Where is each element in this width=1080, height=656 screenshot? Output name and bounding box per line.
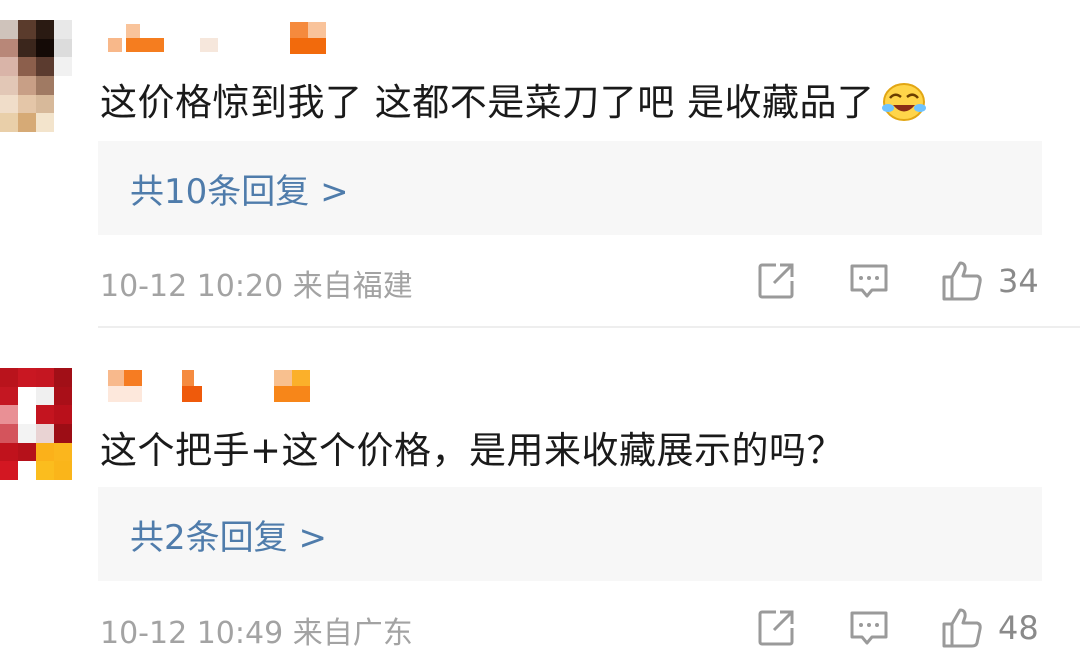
comment-icon[interactable]: [848, 608, 890, 648]
thumbs-up-icon[interactable]: [940, 259, 984, 303]
comment-item: 这价格惊到我了 这都不是菜刀了吧 是收藏品了 共10条回复 > 10-12 10…: [0, 0, 1080, 327]
like-count: 34: [998, 262, 1039, 300]
comment-button[interactable]: [848, 257, 890, 305]
timestamp: 10-12 10:49: [100, 616, 284, 651]
comment-item: 这个把手+这个价格，是用来收藏展示的吗？ 共2条回复 > 10-12 10:49…: [0, 328, 1080, 656]
share-button[interactable]: [756, 604, 796, 652]
thumbs-up-icon[interactable]: [940, 606, 984, 650]
view-replies-button[interactable]: 共2条回复 >: [98, 487, 1042, 581]
share-button[interactable]: [756, 257, 796, 305]
like-button[interactable]: 48: [940, 604, 1039, 652]
comment-meta: 10-12 10:20 来自福建: [100, 261, 413, 305]
location: 来自广东: [292, 616, 413, 651]
comment-icon[interactable]: [848, 261, 890, 301]
username-redacted[interactable]: [100, 368, 340, 402]
reply-count-label[interactable]: 共10条回复 >: [130, 164, 349, 213]
reply-count-label[interactable]: 共2条回复 >: [130, 510, 327, 559]
comment-meta: 10-12 10:49 来自广东: [100, 608, 413, 652]
like-count: 48: [998, 609, 1039, 647]
comment-text: 这个把手+这个价格，是用来收藏展示的吗？: [100, 429, 845, 472]
comment-actions: 34: [748, 257, 1048, 305]
location: 来自福建: [292, 269, 413, 304]
share-icon[interactable]: [756, 261, 796, 301]
view-replies-button[interactable]: 共10条回复 >: [98, 141, 1042, 235]
comment-text: 这价格惊到我了 这都不是菜刀了吧 是收藏品了: [100, 72, 927, 128]
like-button[interactable]: 34: [940, 257, 1039, 305]
avatar[interactable]: [0, 20, 72, 132]
comment-actions: 48: [748, 604, 1048, 652]
share-icon[interactable]: [756, 608, 796, 648]
laughing-crying-emoji-icon: [881, 78, 927, 124]
avatar[interactable]: [0, 368, 72, 480]
comment-button[interactable]: [848, 604, 890, 652]
username-redacted[interactable]: [100, 20, 340, 54]
timestamp: 10-12 10:20: [100, 269, 284, 304]
